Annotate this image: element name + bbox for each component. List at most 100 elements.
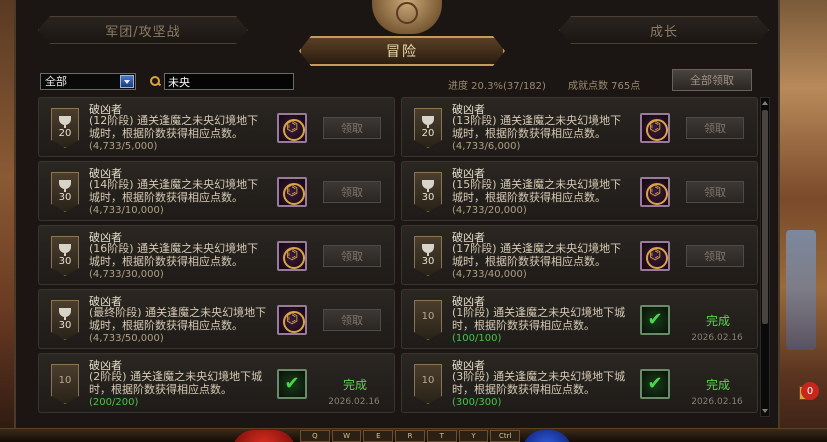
trophy-icon xyxy=(422,180,434,192)
points-badge: 30 xyxy=(51,172,79,212)
game-hotbar: Q W E R T Y Ctrl xyxy=(0,428,827,442)
claim-button[interactable]: 领取 xyxy=(323,309,381,331)
scroll-down-icon[interactable] xyxy=(761,407,769,415)
achievement-progress: (4,733/5,000) xyxy=(89,141,158,152)
achievement-desc: (最终阶段) 通关逢魔之未央幻境地下城时，根据阶数获得相应点数。 xyxy=(89,306,267,332)
achievement-card: 30 破凶者 (17阶段) 通关逢魔之未央幻境地下城时，根据阶数获得相应点数。 (4,… xyxy=(401,225,758,285)
achievement-card: 20 破凶者 (12阶段) 通关逢魔之未央幻境地下城时，根据阶数获得相应点数。 (4,… xyxy=(38,97,395,157)
achievement-progress: (4,733/6,000) xyxy=(452,141,521,152)
notification-badge: 0 xyxy=(801,382,819,400)
hp-orb xyxy=(232,430,296,442)
achievement-card: 30 破凶者 (最终阶段) 通关逢魔之未央幻境地下城时，根据阶数获得相应点数。 (4,… xyxy=(38,289,395,349)
completed-date: 2026.02.16 xyxy=(691,333,743,343)
points-value: 10 xyxy=(58,375,72,386)
scrollbar-thumb[interactable] xyxy=(762,110,768,324)
claim-button[interactable]: 领取 xyxy=(686,245,744,267)
checkmark-icon: ✔ xyxy=(640,369,670,399)
achievement-desc: (16阶段) 通关逢魔之未央幻境地下城时，根据阶数获得相应点数。 xyxy=(89,242,259,268)
achievement-desc: (13阶段) 通关逢魔之未央幻境地下城时，根据阶数获得相应点数。 xyxy=(452,114,622,140)
achievement-card: 30 破凶者 (16阶段) 通关逢魔之未央幻境地下城时，根据阶数获得相应点数。 (4,… xyxy=(38,225,395,285)
hotkey-slot[interactable]: W xyxy=(331,430,362,442)
achievement-progress: (4,733/10,000) xyxy=(89,205,164,216)
hotkey-slot[interactable]: Ctrl xyxy=(490,430,521,442)
points-value: 30 xyxy=(58,320,72,331)
points-badge: 30 xyxy=(414,236,442,276)
reward-item-icon[interactable] xyxy=(277,177,307,207)
mp-orb xyxy=(522,430,572,442)
trophy-icon xyxy=(59,116,71,128)
achievement-progress: (200/200) xyxy=(89,397,139,408)
claim-button[interactable]: 领取 xyxy=(323,245,381,267)
points-value: 30 xyxy=(58,256,72,267)
hotkey-slot[interactable]: T xyxy=(426,430,457,442)
hotkey-slot[interactable]: Y xyxy=(458,430,489,442)
game-background-right xyxy=(780,0,827,442)
claim-button[interactable]: 领取 xyxy=(323,181,381,203)
scroll-up-icon[interactable] xyxy=(761,99,769,107)
points-value: 20 xyxy=(58,128,72,139)
achievement-card: 10 破凶者 (2阶段) 通关逢魔之未央幻境地下城时，根据阶数获得相应点数。 (200… xyxy=(38,353,395,413)
checkmark-icon: ✔ xyxy=(277,369,307,399)
achievement-list: 20 破凶者 (12阶段) 通关逢魔之未央幻境地下城时，根据阶数获得相应点数。 (4,… xyxy=(38,97,760,417)
achievement-card: 10 破凶者 (3阶段) 通关逢魔之未央幻境地下城时，根据阶数获得相应点数。 (300… xyxy=(401,353,758,413)
achievement-progress: (4,733/30,000) xyxy=(89,269,164,280)
trophy-icon xyxy=(59,244,71,256)
completed-label: 完成 xyxy=(705,314,730,328)
completed-date: 2026.02.16 xyxy=(328,397,380,407)
achievement-desc: (17阶段) 通关逢魔之未央幻境地下城时，根据阶数获得相应点数。 xyxy=(452,242,622,268)
list-scrollbar[interactable] xyxy=(760,97,770,417)
points-badge: 20 xyxy=(414,108,442,148)
claim-all-button[interactable]: 全部领取 xyxy=(672,69,752,91)
points-value: 20 xyxy=(421,128,435,139)
compass-emblem-icon xyxy=(372,0,442,34)
achievement-card: 20 破凶者 (13阶段) 通关逢魔之未央幻境地下城时，根据阶数获得相应点数。 (4,… xyxy=(401,97,758,157)
achievement-points-label: 成就点数 765点 xyxy=(568,81,641,92)
points-badge: 20 xyxy=(51,108,79,148)
claim-button[interactable]: 领取 xyxy=(686,181,744,203)
achievement-desc: (14阶段) 通关逢魔之未央幻境地下城时，根据阶数获得相应点数。 xyxy=(89,178,259,204)
chevron-down-icon[interactable] xyxy=(120,75,134,88)
reward-item-icon[interactable] xyxy=(277,241,307,271)
completed-date: 2026.02.16 xyxy=(691,397,743,407)
hotkey-slot[interactable]: E xyxy=(363,430,394,442)
achievement-desc: (1阶段) 通关逢魔之未央幻境地下城时，根据阶数获得相应点数。 xyxy=(452,306,626,332)
achievement-progress: (300/300) xyxy=(452,397,502,408)
achievement-desc: (2阶段) 通关逢魔之未央幻境地下城时，根据阶数获得相应点数。 xyxy=(89,370,263,396)
claim-button[interactable]: 领取 xyxy=(323,117,381,139)
trophy-icon xyxy=(422,244,434,256)
reward-item-icon[interactable] xyxy=(640,241,670,271)
points-badge: 10 xyxy=(51,364,79,404)
achievement-progress: (4,733/50,000) xyxy=(89,333,164,344)
achievement-progress: (4,733/20,000) xyxy=(452,205,527,216)
tab-legion-siege[interactable]: 军团/攻坚战 xyxy=(38,16,248,44)
completed-label: 完成 xyxy=(342,378,367,392)
achievement-desc: (3阶段) 通关逢魔之未央幻境地下城时，根据阶数获得相应点数。 xyxy=(452,370,626,396)
claim-button[interactable]: 领取 xyxy=(686,117,744,139)
reward-item-icon[interactable] xyxy=(640,177,670,207)
trophy-icon xyxy=(422,116,434,128)
points-badge: 10 xyxy=(414,364,442,404)
reward-item-icon[interactable] xyxy=(277,305,307,335)
achievement-card: 10 破凶者 (1阶段) 通关逢魔之未央幻境地下城时，根据阶数获得相应点数。 (100… xyxy=(401,289,758,349)
points-value: 30 xyxy=(421,192,435,203)
achievement-card: 30 破凶者 (14阶段) 通关逢魔之未央幻境地下城时，根据阶数获得相应点数。 (4,… xyxy=(38,161,395,221)
achievement-desc: (12阶段) 通关逢魔之未央幻境地下城时，根据阶数获得相应点数。 xyxy=(89,114,259,140)
tab-adventure[interactable]: 冒险 xyxy=(299,36,505,66)
achievement-window: 军团/攻坚战 成长 冒险 全部 进度 20.3%(37/182) 成就点数 76… xyxy=(14,0,780,428)
achievement-progress: (100/100) xyxy=(452,333,502,344)
progress-label: 进度 20.3%(37/182) xyxy=(448,81,546,92)
completed-label: 完成 xyxy=(705,378,730,392)
points-badge: 30 xyxy=(51,236,79,276)
tab-growth[interactable]: 成长 xyxy=(559,16,769,44)
reward-item-icon[interactable] xyxy=(277,113,307,143)
achievement-progress: (4,733/40,000) xyxy=(452,269,527,280)
reward-item-icon[interactable] xyxy=(640,113,670,143)
search-input[interactable] xyxy=(164,73,294,90)
hotkey-slot[interactable]: R xyxy=(395,430,425,442)
points-badge: 10 xyxy=(414,300,442,340)
points-value: 30 xyxy=(58,192,72,203)
category-dropdown[interactable]: 全部 xyxy=(40,73,136,90)
category-dropdown-value: 全部 xyxy=(45,75,67,88)
points-badge: 30 xyxy=(414,172,442,212)
hotkey-slot[interactable]: Q xyxy=(300,430,330,442)
